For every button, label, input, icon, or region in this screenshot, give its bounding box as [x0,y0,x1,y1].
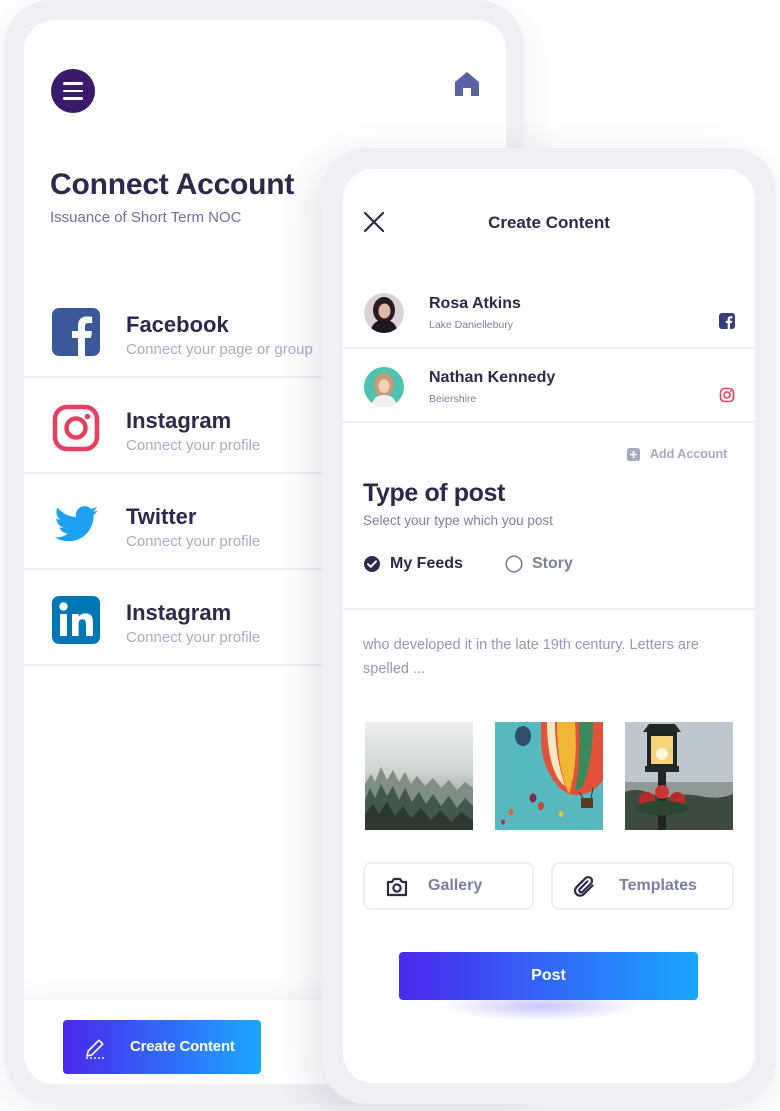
account-location: Lake Daniellebury [429,319,514,331]
camera-icon [386,877,408,897]
radio-empty-icon [505,555,523,573]
account-name: Facebook [126,312,229,337]
add-account-link[interactable]: Add Account [627,447,727,461]
account-description: Connect your page or group [126,341,313,358]
mockup-stage: Connect Account Issuance of Short Term N… [0,0,780,1111]
twitter-icon [54,506,99,542]
instagram-icon [719,387,735,403]
account-description: Connect your profile [126,533,261,550]
instagram-icon [52,404,100,452]
post-caption[interactable]: who developed it in the late 19th centur… [363,633,743,681]
page-title: Connect Account [50,168,295,201]
street-lamp-image[interactable] [625,722,733,830]
section-title: Type of post [363,479,505,507]
account-row[interactable]: Nathan Kennedy Beiershire [343,347,755,423]
page-subtitle: Issuance of Short Term NOC [50,209,242,226]
account-name: Instagram [126,408,232,433]
check-circle-icon [364,556,380,572]
section-subtitle: Select your type which you post [363,513,553,528]
avatar [364,367,404,407]
radio-my-feeds[interactable]: My Feeds [363,555,463,573]
linkedin-icon [52,596,100,644]
front-phone-frame: Create Content Rosa Atkins Lake Danielle… [322,148,776,1104]
account-name: Instagram [126,600,232,625]
add-square-icon [627,447,640,461]
account-location: Beiershire [429,393,477,405]
create-content-screen: Create Content Rosa Atkins Lake Danielle… [343,169,755,1083]
create-content-button[interactable]: Create Content [63,1020,261,1074]
gallery-label: Gallery [428,877,483,894]
forest-image[interactable] [365,722,473,830]
account-row[interactable]: Rosa Atkins Lake Daniellebury [343,273,755,349]
account-name: Twitter [126,504,197,529]
hot-air-balloons-image[interactable] [495,722,603,830]
divider [343,608,755,610]
paperclip-icon [573,875,594,897]
radio-story[interactable]: Story [505,555,573,573]
screen-title: Create Content [488,213,610,232]
home-icon[interactable] [452,69,482,99]
hamburger-menu-icon[interactable] [51,69,95,113]
avatar [364,293,404,333]
account-name: Nathan Kennedy [429,369,556,386]
pencil-icon [86,1039,104,1059]
templates-button[interactable]: Templates [551,862,734,910]
templates-label: Templates [619,877,697,894]
facebook-icon [719,313,735,329]
gallery-button[interactable]: Gallery [363,862,534,910]
account-name: Rosa Atkins [429,295,521,312]
facebook-icon [52,308,100,356]
account-description: Connect your profile [126,629,261,646]
create-content-label: Create Content [130,1038,235,1055]
account-description: Connect your profile [126,437,261,454]
add-account-label: Add Account [650,447,728,461]
post-button[interactable]: Post [399,952,698,1000]
radio-label: Story [532,555,573,572]
radio-label: My Feeds [390,555,463,572]
